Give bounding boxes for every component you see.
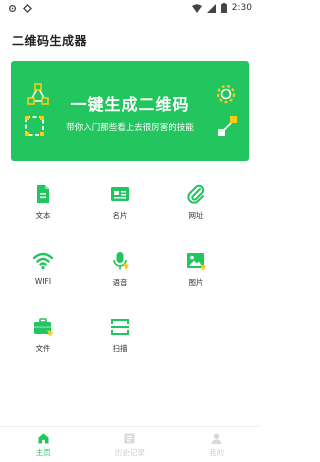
notification-icon: [8, 4, 17, 12]
briefcase-icon: [34, 318, 53, 337]
grid-item-image[interactable]: 图片: [166, 251, 226, 297]
scan-icon: [111, 319, 129, 335]
grid-item-business-card[interactable]: 名片: [90, 184, 150, 230]
nav-profile-label: 我的: [208, 448, 224, 457]
grid-label: 文件: [35, 344, 51, 353]
grid-label: 文本: [35, 211, 51, 220]
banner-title: 一键生成二维码: [70, 95, 190, 114]
battery-icon: [220, 3, 227, 13]
grid-item-voice[interactable]: 语音: [90, 251, 150, 297]
grid-label: 扫描: [112, 344, 128, 353]
nav-profile[interactable]: 我的: [173, 427, 260, 462]
nav-history-label: 历史记录: [114, 448, 145, 457]
nav-home-label: 主页: [35, 448, 51, 457]
grid-item-url[interactable]: 网址: [166, 184, 226, 230]
wifi-signal-icon: [191, 3, 202, 13]
hero-banner[interactable]: 一键生成二维码 带你入门那些看上去很厉害的技能: [11, 61, 249, 161]
paperclip-icon: [187, 184, 205, 204]
nav-history[interactable]: 历史记录: [87, 427, 174, 462]
image-icon: [187, 253, 206, 271]
grid-item-text[interactable]: 文本: [13, 184, 73, 230]
business-card-icon: [111, 187, 129, 201]
status-bar: 2:30: [0, 0, 260, 16]
status-time: 2:30: [231, 3, 252, 13]
grid-item-file[interactable]: 文件: [13, 317, 73, 363]
grid-label: 网址: [188, 211, 204, 220]
profile-icon: [211, 433, 222, 444]
home-icon: [38, 433, 49, 444]
grid-label: 语音: [112, 278, 128, 287]
banner-subtitle: 带你入门那些看上去很厉害的技能: [66, 123, 194, 133]
grid-item-scan[interactable]: 扫描: [90, 317, 150, 363]
sync-icon: [23, 3, 32, 13]
wifi-icon: [33, 252, 53, 270]
page-title: 二维码生成器: [12, 34, 88, 48]
bottom-navigation: 主页 历史记录 我的: [0, 426, 260, 462]
grid-label: 名片: [112, 211, 128, 220]
grid-item-wifi[interactable]: WIFI: [13, 251, 73, 297]
nav-home[interactable]: 主页: [0, 427, 87, 462]
grid-label: 图片: [188, 278, 204, 287]
status-system: 2:30: [191, 3, 252, 13]
grid-label: WIFI: [34, 277, 52, 286]
cell-signal-icon: [206, 3, 216, 13]
history-icon: [124, 433, 135, 444]
status-notifications: [8, 3, 32, 13]
document-icon: [37, 185, 49, 203]
microphone-icon: [113, 252, 129, 270]
